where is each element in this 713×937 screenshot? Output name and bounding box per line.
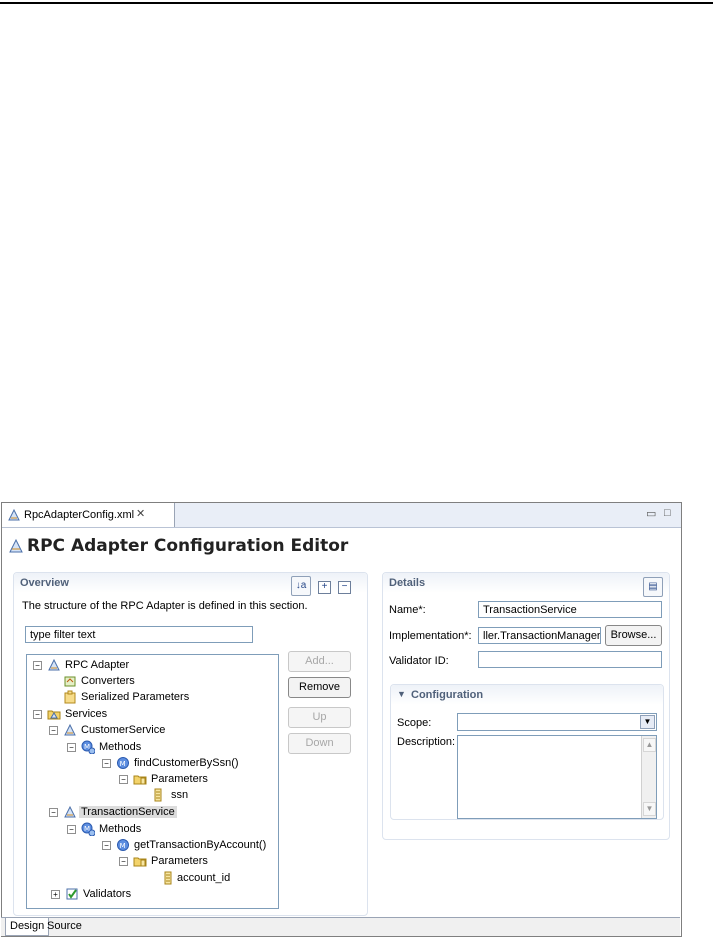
svg-text:M: M (120, 842, 126, 850)
overview-title: Overview (20, 577, 69, 589)
rpc-structure-tree: − RPC Adapter Converters Serialized Para… (26, 654, 279, 909)
tree-node-label: ssn (171, 789, 189, 801)
rpc-adapter-file-icon (8, 508, 20, 521)
editor-tab-bar: RpcAdapterConfig.xml ✕ ▭ □ (2, 503, 681, 528)
expand-all-icon[interactable]: + (318, 581, 331, 594)
rpc-adapter-icon (48, 658, 60, 671)
methods-icon: M (81, 822, 95, 836)
editor-title-icon (9, 538, 23, 553)
down-button[interactable]: Down (288, 733, 351, 754)
scroll-down-icon[interactable]: ▼ (643, 802, 656, 816)
serialized-parameters-icon (64, 690, 76, 704)
parameter-icon (154, 788, 162, 802)
details-title: Details (389, 577, 426, 589)
tree-node-label: Serialized Parameters (81, 691, 190, 703)
validators-icon (66, 888, 78, 900)
collapse-toggle-icon[interactable]: − (119, 775, 128, 784)
tree-node-label: Parameters (151, 773, 208, 785)
collapse-toggle-icon[interactable]: − (33, 661, 42, 670)
close-tab-icon[interactable]: ✕ (136, 507, 145, 520)
methods-icon: M (81, 740, 95, 754)
sort-alphabetical-button[interactable]: ↓a (291, 576, 311, 596)
parameters-folder-icon (133, 775, 147, 785)
configuration-title: Configuration (411, 689, 484, 701)
parameters-folder-icon (133, 857, 147, 867)
collapse-toggle-icon[interactable]: − (49, 726, 58, 735)
collapse-all-icon[interactable]: − (338, 581, 351, 594)
description-textarea[interactable]: ▲ ▼ (457, 735, 657, 819)
maximize-icon[interactable]: □ (664, 507, 671, 519)
parameter-icon (164, 871, 172, 885)
collapse-toggle-icon[interactable]: − (119, 857, 128, 866)
collapse-toggle-icon[interactable]: − (102, 841, 111, 850)
chevron-down-icon[interactable]: ▼ (640, 715, 655, 729)
details-layout-button[interactable]: ▤ (643, 577, 663, 597)
configuration-header: ▼ Configuration (391, 685, 663, 705)
services-folder-icon (47, 710, 61, 720)
tree-node-label: CustomerService (81, 724, 166, 736)
file-tab[interactable]: RpcAdapterConfig.xml ✕ (2, 503, 175, 527)
collapse-toggle-icon[interactable]: − (102, 759, 111, 768)
tree-node-label: Methods (99, 741, 142, 753)
collapse-toggle-icon[interactable]: − (49, 808, 58, 817)
scroll-up-icon[interactable]: ▲ (643, 738, 656, 752)
tree-node-label: getTransactionByAccount() (134, 839, 267, 851)
browse-button[interactable]: Browse... (605, 625, 662, 646)
description-scrollbar[interactable]: ▲ ▼ (641, 736, 656, 818)
tree-node-label: Methods (99, 823, 142, 835)
implementation-label: Implementation*: (389, 630, 472, 642)
service-icon (64, 805, 76, 818)
converters-icon (64, 676, 76, 687)
collapse-toggle-icon[interactable]: − (67, 825, 76, 834)
description-label: Description: (397, 736, 456, 748)
tree-node-label: account_id (177, 872, 231, 884)
svg-text:M: M (120, 760, 126, 768)
method-icon: M (117, 839, 129, 851)
tree-node-label: TransactionService (79, 806, 177, 818)
collapse-toggle-icon[interactable]: − (33, 710, 42, 719)
service-icon (64, 723, 76, 736)
tree-node-label: RPC Adapter (65, 659, 130, 671)
details-header: Details (383, 573, 669, 593)
validator-id-field[interactable] (478, 651, 662, 668)
collapse-section-icon[interactable]: ▼ (397, 689, 406, 699)
implementation-field[interactable]: ller.TransactionManager (478, 627, 601, 644)
tree-node-label: Parameters (151, 855, 208, 867)
minimize-icon[interactable]: ▭ (646, 507, 656, 520)
scope-label: Scope: (397, 717, 432, 729)
method-icon: M (117, 757, 129, 769)
tree-node-label: Services (65, 708, 108, 720)
scope-select[interactable]: ▼ (457, 713, 657, 731)
editor-title: RPC Adapter Configuration Editor (27, 536, 349, 556)
expand-toggle-icon[interactable]: + (51, 890, 60, 899)
name-field[interactable]: TransactionService (478, 601, 662, 618)
up-button[interactable]: Up (288, 707, 351, 728)
tree-node-label: findCustomerBySsn() (134, 757, 239, 769)
collapse-toggle-icon[interactable]: − (67, 743, 76, 752)
add-button[interactable]: Add... (288, 651, 351, 672)
validator-id-label: Validator ID: (389, 655, 449, 667)
page-top-rule (0, 2, 713, 4)
overview-header: Overview (14, 573, 367, 593)
filter-input[interactable]: type filter text (25, 626, 253, 643)
file-tab-label: RpcAdapterConfig.xml (24, 509, 135, 521)
tree-node-label: Converters (81, 675, 135, 687)
remove-button[interactable]: Remove (288, 677, 351, 698)
overview-description: The structure of the RPC Adapter is defi… (22, 600, 308, 612)
tree-node-label: Validators (83, 888, 132, 900)
name-label: Name*: (389, 604, 426, 616)
